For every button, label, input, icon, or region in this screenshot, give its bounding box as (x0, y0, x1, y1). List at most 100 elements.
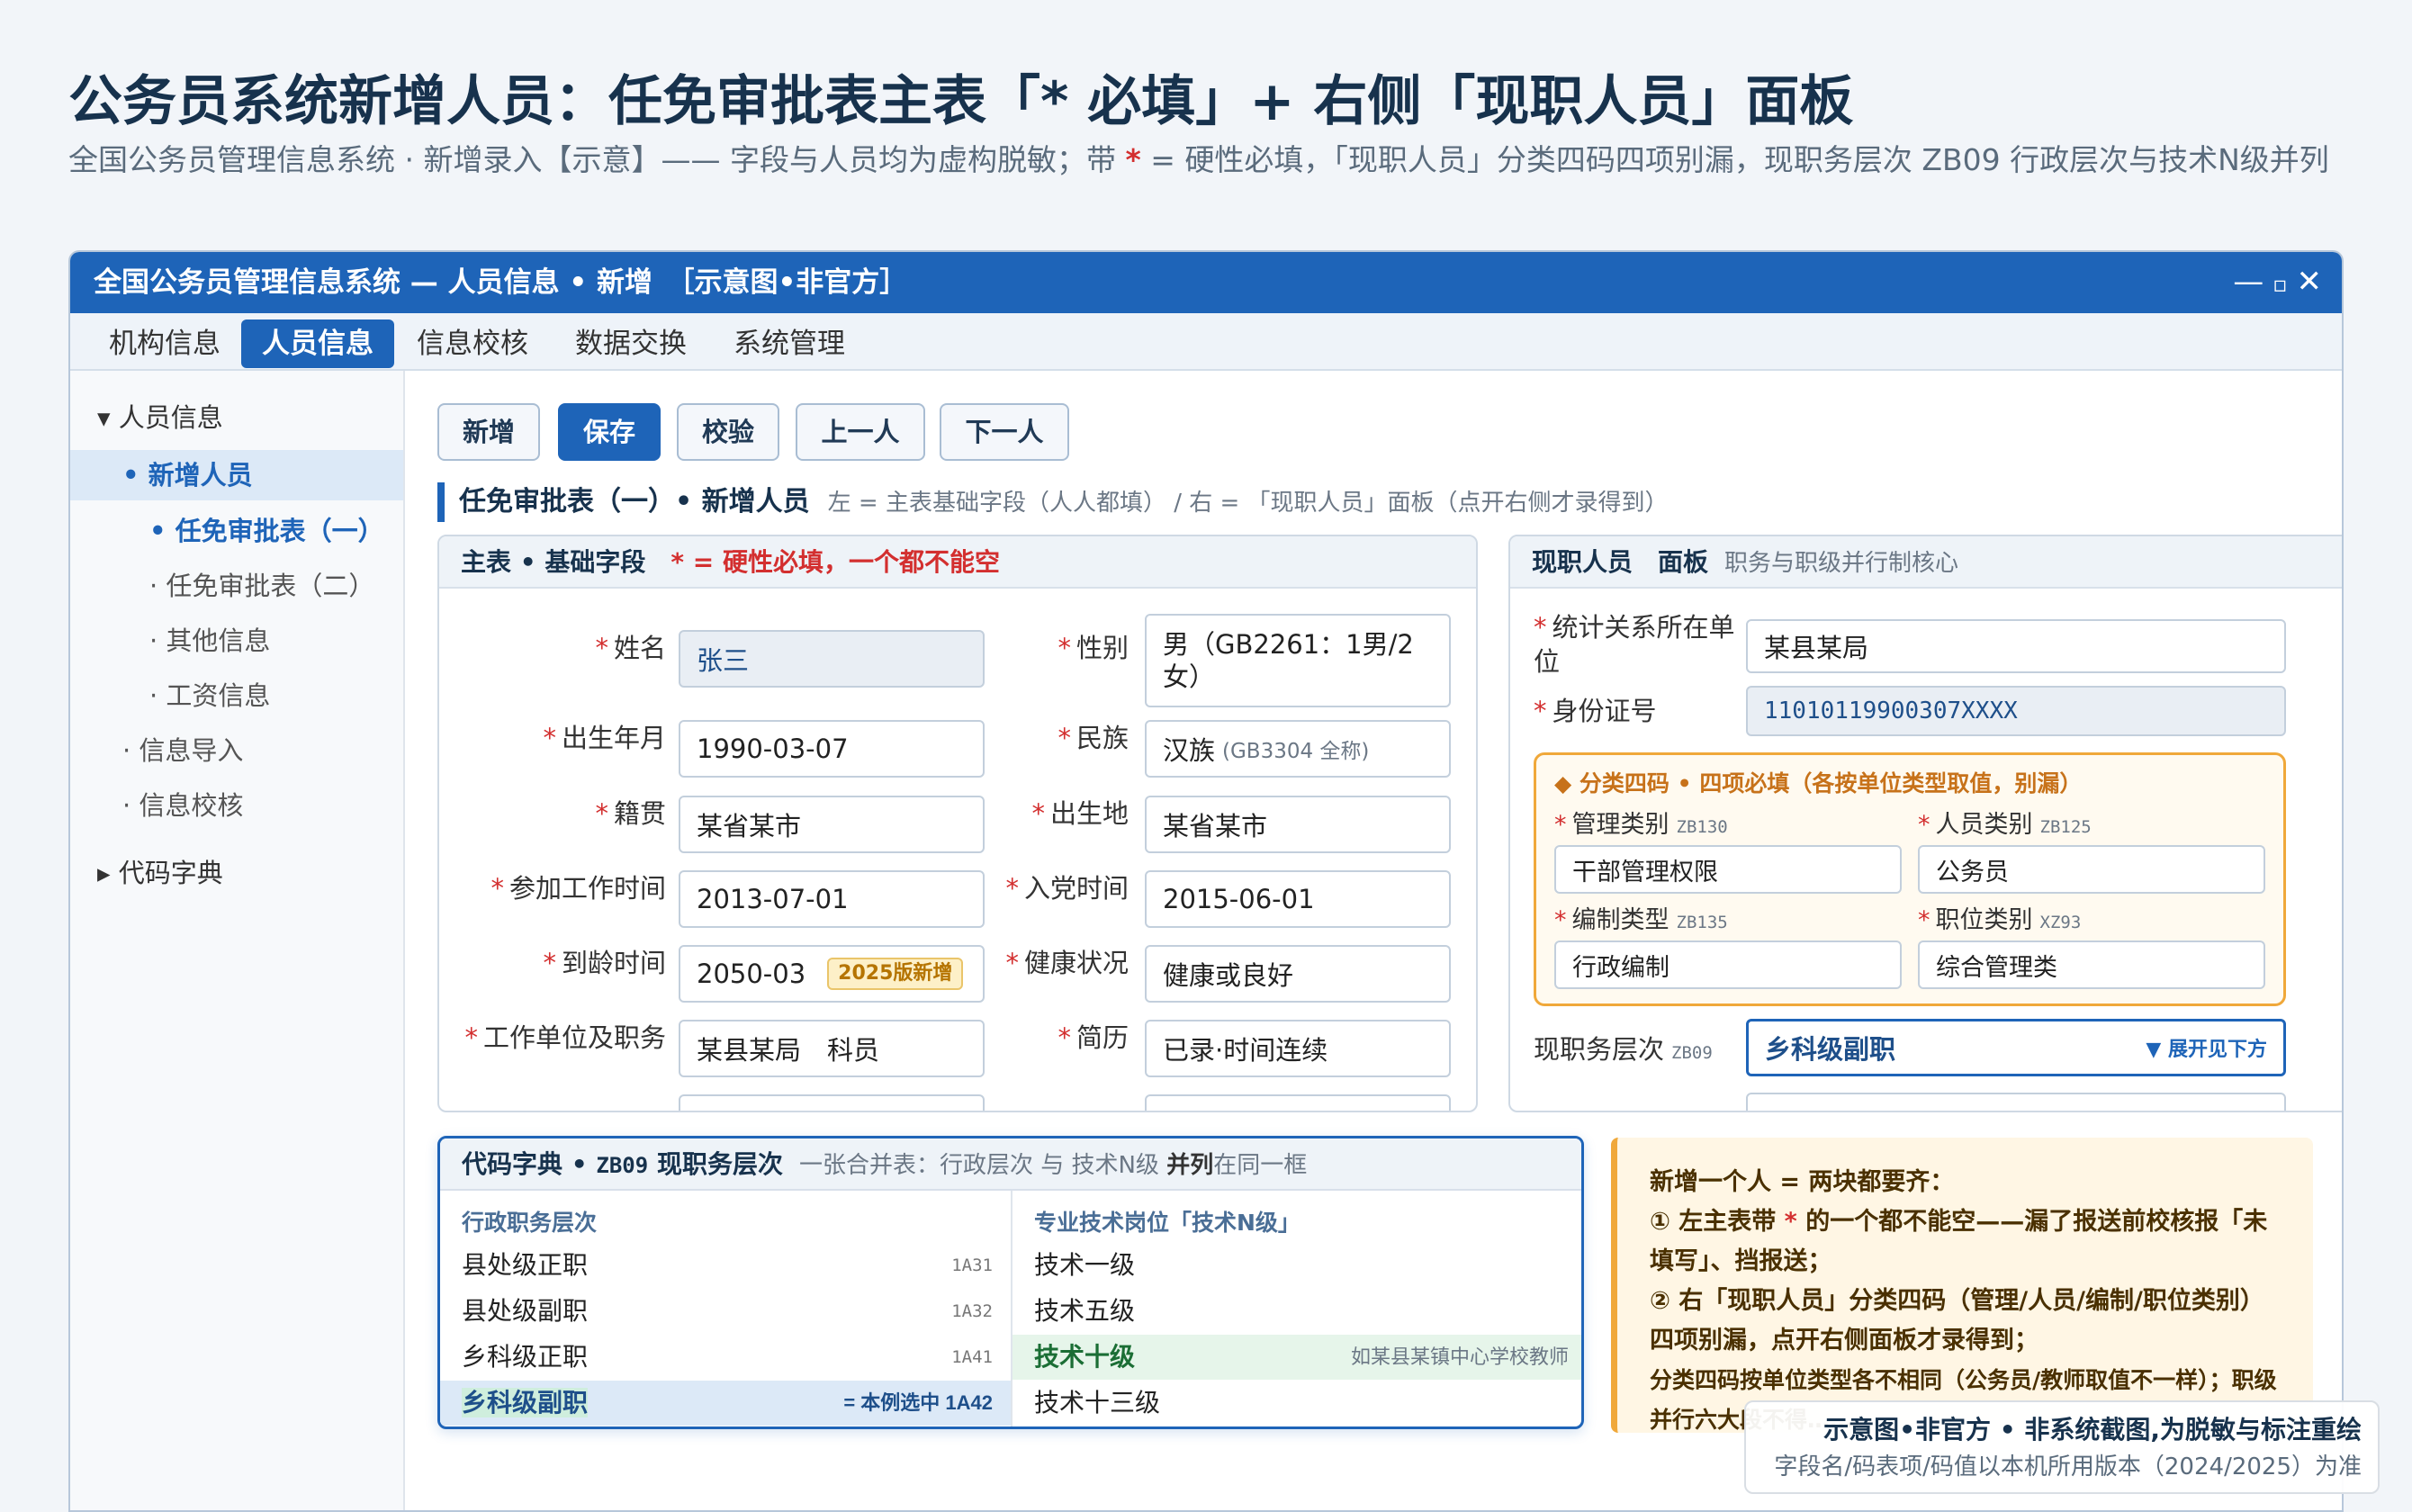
new-button[interactable]: 新增 (437, 403, 540, 461)
birth-field[interactable]: 1990-03-07 (679, 720, 985, 778)
label-health: * 健康状况 (1005, 948, 1129, 978)
page-subtitle: 全国公务员管理信息系统 · 新增录入【示意】—— 字段与人员均为虚构脱敏；带 *… (68, 140, 2354, 181)
current-staff-card: 现职人员 面板 职务与职级并行制核心 * 统计关系所在单位 某县某局 * 身份证号 1… (1508, 535, 2342, 1112)
native-field[interactable]: 某省某市 (679, 796, 985, 853)
dict-row-tech-13[interactable]: 技术十三级 (1012, 1381, 1581, 1426)
note-box: 新增一个人 = 两块都要齐： ① 左主表带 * 的一个都不能空——漏了报送前校核… (1611, 1138, 2313, 1433)
staffing-type-field[interactable]: 行政编制 (1554, 940, 1902, 989)
note-line-3: ② 右「现职人员」分类四码（管理/人员/编制/职位类别）四项别漏，点开右侧面板才… (1650, 1287, 2264, 1354)
sidebar-item-verify[interactable]: · 信息校核 (70, 780, 403, 831)
level-value: 乡科级副职 (1765, 1034, 1896, 1065)
dict-header: 代码字典 • ZB09 现职务层次 一张合并表：行政层次 与 技术N级 并列在同一… (440, 1138, 1581, 1191)
sidebar-item-new-person[interactable]: • 新增人员 (70, 450, 403, 500)
save-button[interactable]: 保存 (558, 403, 661, 461)
health-field[interactable]: 健康或良好 (1145, 945, 1451, 1003)
menu-bar: 机构信息 人员信息 信息校核 数据交换 系统管理 (70, 313, 2342, 371)
validate-button[interactable]: 校验 (677, 403, 779, 461)
label-resume: * 简历 (1058, 1022, 1129, 1053)
stat-unit-field[interactable]: 某县某局 (1746, 619, 2286, 673)
app-window: 全国公务员管理信息系统 — 人员信息 • 新增 ［示意图•非官方］ — ▫ ✕ 机构… (68, 250, 2344, 1512)
subtitle-pre: 全国公务员管理信息系统 · 新增录入【示意】—— 字段与人员均为虚构脱敏；带 (68, 142, 1126, 177)
more-field-left[interactable] (679, 1094, 985, 1111)
section-title-text: 任免审批表（一）• 新增人员 (459, 486, 810, 518)
person-type-field[interactable]: 公务员 (1918, 845, 2265, 894)
resume-field[interactable]: 已录·时间连续 (1145, 1020, 1451, 1077)
label-id-number: * 身份证号 (1534, 696, 1657, 726)
label-mgmt-type: * 管理类别 ZB130 (1554, 811, 1728, 839)
label-person-type: * 人员类别 ZB125 (1918, 811, 2092, 839)
dict-left-head: 行政职务层次 (462, 1210, 598, 1236)
label-level: 现职务层次 ZB09 (1534, 1034, 1713, 1065)
window-titlebar: 全国公务员管理信息系统 — 人员信息 • 新增 ［示意图•非官方］ (70, 252, 2342, 313)
label-party: * 入党时间 (1005, 873, 1129, 904)
right-card-title: 现职人员 面板 (1532, 547, 1709, 577)
menu-org[interactable]: 机构信息 (90, 320, 239, 368)
ethnicity-field[interactable]: 汉族 (GB3304 全称) (1145, 720, 1451, 778)
work-start-field[interactable]: 2013-07-01 (679, 870, 985, 928)
sidebar-item-import[interactable]: · 信息导入 (70, 725, 403, 776)
sidebar: ▾ 人员信息 • 新增人员 • 任免审批表（一） · 任免审批表（二） · 其他… (70, 371, 405, 1510)
label-native: * 籍贯 (595, 798, 666, 829)
label-work-start: * 参加工作时间 (490, 873, 666, 904)
gender-field[interactable]: 男（GB2261：1男/2女） (1145, 614, 1451, 707)
dict-row-tech-1[interactable]: 技术一级 (1012, 1243, 1581, 1288)
label-retire: * 到龄时间 (543, 948, 666, 978)
id-number-field[interactable]: 11010119900307XXXX (1746, 686, 2286, 736)
window-title: 全国公务员管理信息系统 — 人员信息 • 新增 ［示意图•非官方］ (94, 266, 908, 299)
dict-row-tech-10[interactable]: 技术十级 如某县某镇中心学校教师 (1012, 1335, 1581, 1380)
more-field-right-card[interactable] (1746, 1093, 2286, 1111)
party-field[interactable]: 2015-06-01 (1145, 870, 1451, 928)
main-card-title: 主表 • 基础字段 (461, 547, 646, 577)
dict-row-1A31[interactable]: 县处级正职 1A31 (440, 1243, 1011, 1288)
code-dict-panel: 代码字典 • ZB09 现职务层次 一张合并表：行政层次 与 技术N级 并列在同一… (437, 1136, 1584, 1429)
note-line-1: 新增一个人 = 两块都要齐： (1650, 1168, 1955, 1196)
sidebar-item-person-info[interactable]: ▾ 人员信息 (70, 392, 403, 443)
mgmt-type-field[interactable]: 干部管理权限 (1554, 845, 1902, 894)
new-2025-badge: 2025版新增 (827, 958, 964, 990)
main-fields-card: 主表 • 基础字段 * = 硬性必填，一个都不能空 * 姓名 张三 * 性别 男（GB… (437, 535, 1478, 1112)
next-person-button[interactable]: 下一人 (940, 403, 1069, 461)
dict-note: 一张合并表：行政层次 与 技术N级 并列在同一框 (798, 1152, 1308, 1179)
sidebar-item-salary[interactable]: · 工资信息 (70, 670, 403, 721)
watermark: 示意图•非官方 • 非系统截图,为脱敏与标注重绘 字段名/码表项/码值以本机所用… (1744, 1400, 2380, 1494)
sidebar-item-code-dict[interactable]: ▸ 代码字典 (70, 848, 403, 898)
label-stat-unit: * 统计关系所在单位 (1534, 612, 1735, 677)
section-note: 左 = 主表基础字段（人人都填） / 右 = 「现职人员」面板（点开右侧才录得到… (827, 490, 1669, 517)
more-field-right[interactable] (1145, 1094, 1451, 1111)
dict-row-1A32[interactable]: 县处级副职 1A32 (440, 1289, 1011, 1334)
sidebar-item-other[interactable]: · 其他信息 (70, 616, 403, 666)
level-expand-hint[interactable]: ▼ 展开见下方 (2146, 1033, 2267, 1062)
page-title: 公务员系统新增人员：任免审批表主表「* 必填」+ 右侧「现职人员」面板 (68, 70, 1854, 133)
menu-check[interactable]: 信息校核 (398, 320, 547, 368)
prev-person-button[interactable]: 上一人 (796, 403, 925, 461)
position-type-field[interactable]: 综合管理类 (1918, 940, 2265, 989)
dict-row-tech-5[interactable]: 技术五级 (1012, 1289, 1581, 1334)
close-icon[interactable]: ✕ (2297, 264, 2323, 300)
dict-row-1A42-selected[interactable]: 乡科级副职 = 本例选中 1A42 (440, 1381, 1011, 1426)
sidebar-item-approval-2[interactable]: · 任免审批表（二） (70, 561, 403, 611)
four-codes-title: ◆ 分类四码 • 四项必填（各按单位类型取值，别漏） (1554, 770, 2083, 796)
sidebar-item-approval-1[interactable]: • 任免审批表（一） (70, 506, 403, 556)
menu-person[interactable]: 人员信息 (241, 320, 394, 368)
label-birth: * 出生年月 (543, 723, 666, 753)
level-select[interactable]: 乡科级副职 ▼ 展开见下方 (1746, 1019, 2286, 1076)
section-title: 任免审批表（一）• 新增人员左 = 主表基础字段（人人都填） / 右 = 「现职… (437, 482, 1669, 522)
note-line-2: ① 左主表带 * 的一个都不能空——漏了报送前校核报「未填写」、挡报送； (1650, 1208, 2268, 1275)
right-card-header: 现职人员 面板 职务与职级并行制核心 (1510, 536, 2342, 589)
right-card-note: 职务与职级并行制核心 (1724, 550, 1959, 577)
birthplace-field[interactable]: 某省某市 (1145, 796, 1451, 853)
watermark-line-2: 字段名/码表项/码值以本机所用版本（2024/2025）为准 (1774, 1454, 2362, 1480)
name-field[interactable]: 张三 (679, 630, 985, 688)
menu-system[interactable]: 系统管理 (715, 320, 864, 368)
menu-exchange[interactable]: 数据交换 (556, 320, 706, 368)
main-card-header: 主表 • 基础字段 * = 硬性必填，一个都不能空 (439, 536, 1476, 589)
retire-field[interactable]: 2050-03 2025版新增 (679, 945, 985, 1003)
minimize-icon[interactable]: — (2233, 264, 2264, 300)
label-ethnicity: * 民族 (1058, 723, 1129, 753)
label-gender: * 性别 (1058, 633, 1129, 663)
label-birthplace: * 出生地 (1031, 798, 1129, 829)
label-name: * 姓名 (595, 633, 666, 663)
dict-row-1A41[interactable]: 乡科级正职 1A41 (440, 1335, 1011, 1380)
maximize-icon[interactable]: ▫ (2272, 272, 2287, 297)
unit-field[interactable]: 某县某局 科员 (679, 1020, 985, 1077)
